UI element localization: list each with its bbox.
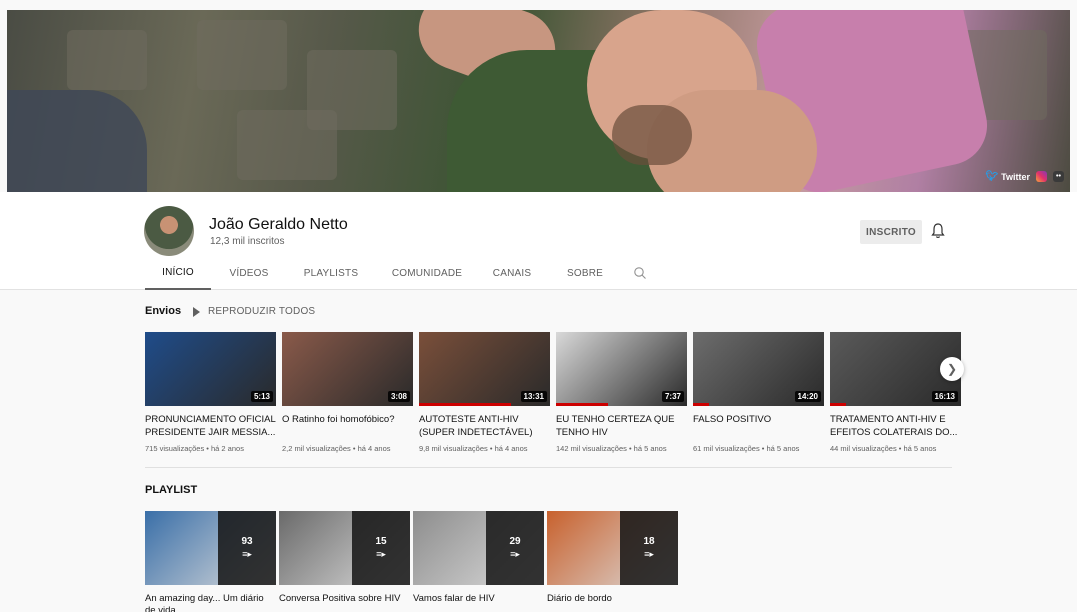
tab-playlists[interactable]: PLAYLISTS: [287, 256, 375, 290]
playlist-shelf-title[interactable]: PLAYLIST: [145, 484, 197, 496]
channel-header: João Geraldo Netto 12,3 mil inscritos IN…: [0, 192, 1077, 290]
video-card[interactable]: 7:37 EU TENHO CERTEZA QUE TENHO HIV 142 mi…: [556, 332, 687, 453]
play-all-button[interactable]: REPRODUZIR TODOS: [193, 306, 315, 317]
watch-progress-bar: [556, 403, 609, 406]
chevron-right-icon: ❯: [946, 362, 958, 376]
playlist-video-count: 18: [643, 536, 655, 547]
channel-tabs: INÍCIO VÍDEOS PLAYLISTS COMUNIDADE CANAI…: [145, 256, 655, 290]
banner-social-links: 🐦︎ Twitter ••: [985, 171, 1064, 182]
subscribed-button[interactable]: INSCRITO: [860, 220, 922, 244]
playlist-thumbnail[interactable]: 93 ≡▸: [145, 511, 276, 585]
playlist-icon: ≡▸: [242, 549, 252, 559]
playlist-thumbnail[interactable]: 29 ≡▸: [413, 511, 544, 585]
video-card[interactable]: 14:20 FALSO POSITIVO 61 mil visualizações …: [693, 332, 824, 453]
banner-stone: [197, 20, 287, 90]
video-duration: 5:13: [250, 391, 273, 402]
tab-comunidade[interactable]: COMUNIDADE: [379, 256, 475, 290]
watch-progress-bar: [419, 403, 511, 406]
playlist-video-count: 93: [241, 536, 253, 547]
banner-beard: [612, 105, 692, 165]
playlist-card[interactable]: 18 ≡▸ Diário de bordo: [547, 511, 678, 605]
tab-inicio[interactable]: INÍCIO: [145, 256, 211, 290]
shelf-next-button[interactable]: ❯: [940, 357, 964, 381]
playlist-thumbnail[interactable]: 15 ≡▸: [279, 511, 410, 585]
video-title[interactable]: TRATAMENTO ANTI-HIV E EFEITOS COLATERAIS…: [830, 413, 961, 439]
playlist-title[interactable]: Conversa Positiva sobre HIV: [279, 593, 410, 605]
banner-stone: [67, 30, 147, 90]
playlist-card[interactable]: 93 ≡▸ An amazing day... Um diário de vida: [145, 511, 276, 612]
video-title[interactable]: PRONUNCIAMENTO OFICIAL PRESIDENTE JAIR M…: [145, 413, 276, 439]
youtube-channel-page: 🐦︎ Twitter •• João Geraldo Netto 12,3 mi…: [0, 0, 1077, 612]
watch-progress-bar: [830, 403, 846, 406]
playlist-video-count: 15: [375, 536, 387, 547]
instagram-icon[interactable]: [1036, 171, 1047, 182]
flickr-icon[interactable]: ••: [1053, 171, 1064, 182]
video-meta: 2,2 mil visualizações • há 4 anos: [282, 444, 391, 453]
channel-content: Envios REPRODUZIR TODOS 5:13 PRONUNCIAMEN…: [0, 291, 1077, 612]
tab-canais[interactable]: CANAIS: [477, 256, 547, 290]
playlist-overlay: 93 ≡▸: [218, 511, 276, 585]
video-meta: 61 mil visualizações • há 5 anos: [693, 444, 800, 453]
video-thumbnail[interactable]: 7:37: [556, 332, 687, 406]
watch-progress-bar: [693, 403, 709, 406]
playlist-title[interactable]: Vamos falar de HIV: [413, 593, 544, 605]
playlist-card[interactable]: 29 ≡▸ Vamos falar de HIV: [413, 511, 544, 605]
video-card[interactable]: 16:13 TRATAMENTO ANTI-HIV E EFEITOS COLAT…: [830, 332, 961, 453]
video-card[interactable]: 13:31 AUTOTESTE ANTI-HIV (SUPER INDETECTÁ…: [419, 332, 550, 453]
channel-name: João Geraldo Netto: [209, 216, 348, 233]
play-all-label: REPRODUZIR TODOS: [208, 306, 316, 317]
video-thumbnail[interactable]: 14:20: [693, 332, 824, 406]
video-title[interactable]: EU TENHO CERTEZA QUE TENHO HIV: [556, 413, 687, 439]
playlist-icon: ≡▸: [510, 549, 520, 559]
uploads-shelf-title[interactable]: Envios: [145, 305, 181, 317]
video-thumbnail[interactable]: 13:31: [419, 332, 550, 406]
video-meta: 142 mil visualizações • há 5 anos: [556, 444, 667, 453]
notification-bell-icon[interactable]: [930, 222, 946, 240]
playlist-overlay: 18 ≡▸: [620, 511, 678, 585]
video-title[interactable]: FALSO POSITIVO: [693, 413, 824, 439]
playlist-card[interactable]: 15 ≡▸ Conversa Positiva sobre HIV: [279, 511, 410, 605]
twitter-icon: 🐦︎: [985, 171, 999, 182]
video-duration: 13:31: [520, 391, 547, 402]
video-meta: 9,8 mil visualizações • há 4 anos: [419, 444, 528, 453]
video-meta: 715 visualizações • há 2 anos: [145, 444, 244, 453]
video-thumbnail[interactable]: 5:13: [145, 332, 276, 406]
playlist-thumbnail[interactable]: 18 ≡▸: [547, 511, 678, 585]
subscriber-count: 12,3 mil inscritos: [210, 236, 285, 247]
playlist-video-count: 29: [509, 536, 521, 547]
video-thumbnail[interactable]: 3:08: [282, 332, 413, 406]
channel-banner: 🐦︎ Twitter ••: [7, 10, 1070, 192]
video-duration: 14:20: [794, 391, 821, 402]
video-duration: 16:13: [931, 391, 958, 402]
video-duration: 3:08: [387, 391, 410, 402]
video-title[interactable]: O Ratinho foi homofóbico?: [282, 413, 413, 439]
video-duration: 7:37: [661, 391, 684, 402]
banner-shape: [7, 90, 147, 192]
channel-avatar[interactable]: [144, 206, 194, 256]
video-card[interactable]: 3:08 O Ratinho foi homofóbico? 2,2 mil vis…: [282, 332, 413, 453]
twitter-label: Twitter: [1001, 171, 1030, 182]
tab-videos[interactable]: VÍDEOS: [213, 256, 285, 290]
video-card[interactable]: 5:13 PRONUNCIAMENTO OFICIAL PRESIDENTE JA…: [145, 332, 276, 453]
video-title[interactable]: AUTOTESTE ANTI-HIV (SUPER INDETECTÁVEL): [419, 413, 550, 439]
banner-stone: [237, 110, 337, 180]
playlist-overlay: 29 ≡▸: [486, 511, 544, 585]
twitter-link[interactable]: 🐦︎ Twitter: [985, 171, 1030, 182]
playlist-title[interactable]: Diário de bordo: [547, 593, 678, 605]
playlist-title[interactable]: An amazing day... Um diário de vida: [145, 593, 276, 612]
play-icon: [193, 306, 200, 317]
playlist-icon: ≡▸: [376, 549, 386, 559]
tab-search[interactable]: [625, 256, 655, 290]
tab-sobre[interactable]: SOBRE: [555, 256, 615, 290]
section-divider: [145, 467, 952, 468]
video-meta: 44 mil visualizações • há 5 anos: [830, 444, 937, 453]
playlist-overlay: 15 ≡▸: [352, 511, 410, 585]
playlist-icon: ≡▸: [644, 549, 654, 559]
search-icon: [634, 267, 646, 279]
